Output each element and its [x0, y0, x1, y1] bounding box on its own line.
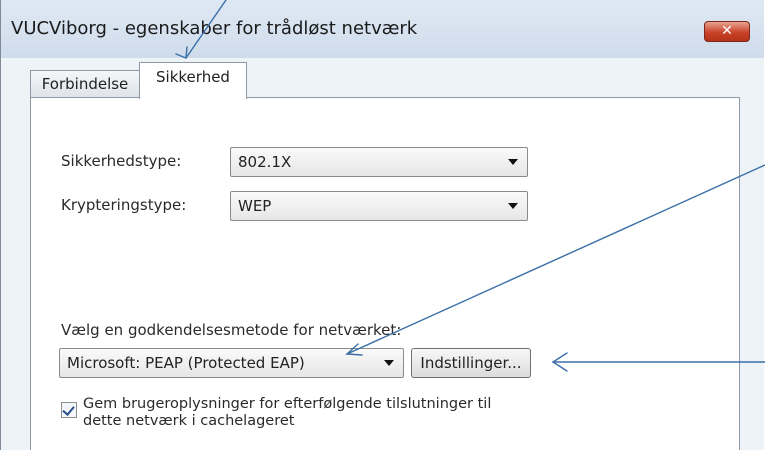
encryption-type-label: Krypteringstype: [61, 196, 187, 214]
title-bar: VUCViborg - egenskaber for trådløst netv… [1, 0, 764, 58]
settings-button[interactable]: Indstillinger... [411, 348, 531, 378]
auth-method-label: Vælg en godkendelsesmetode for netværket… [61, 321, 402, 339]
security-type-label: Sikkerhedstype: [61, 152, 182, 170]
tab-forbindelse[interactable]: Forbindelse [30, 70, 140, 97]
window-title: VUCViborg - egenskaber for trådløst netv… [11, 18, 418, 39]
close-button[interactable]: ✕ [704, 21, 750, 42]
remember-credentials-checkbox[interactable] [61, 402, 77, 418]
remember-credentials-label-line2: dette netværk i cachelageret [83, 413, 295, 429]
screenshot: VUCViborg - egenskaber for trådløst netv… [0, 0, 765, 450]
chevron-down-icon [508, 159, 518, 165]
remember-credentials-label-line1: Gem brugeroplysninger for efterfølgende … [83, 396, 492, 412]
tab-sikkerhed[interactable]: Sikkerhed [139, 62, 247, 99]
auth-method-select[interactable]: Microsoft: PEAP (Protected EAP) [59, 348, 404, 378]
close-icon: ✕ [721, 23, 733, 39]
security-type-select[interactable]: 802.1X [230, 147, 528, 177]
encryption-type-value: WEP [238, 197, 272, 215]
wireless-properties-dialog: VUCViborg - egenskaber for trådløst netv… [0, 0, 764, 450]
security-type-value: 802.1X [238, 153, 292, 171]
auth-method-value: Microsoft: PEAP (Protected EAP) [67, 354, 305, 372]
encryption-type-select[interactable]: WEP [230, 191, 528, 221]
chevron-down-icon [508, 203, 518, 209]
checkmark-icon [62, 403, 75, 416]
chevron-down-icon [384, 360, 394, 366]
